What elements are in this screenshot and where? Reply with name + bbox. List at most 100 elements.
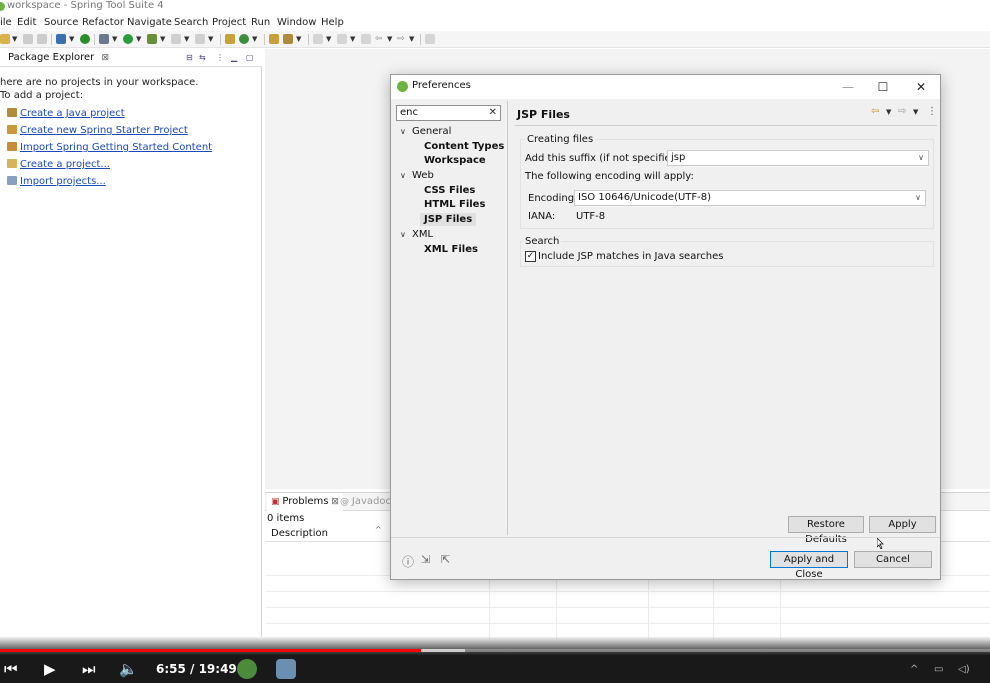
keyboard-icon[interactable]: ▭ (934, 664, 943, 675)
stop-icon[interactable] (171, 34, 181, 44)
include-jsp-checkbox[interactable]: ✓ (525, 251, 536, 262)
previous-annotation-icon[interactable] (337, 34, 347, 44)
back-arrow-icon[interactable]: ⇦ (871, 106, 879, 117)
run-dropdown-icon[interactable]: ▼ (136, 35, 141, 43)
maximize-icon[interactable]: ☐ (872, 78, 894, 96)
close-tab-icon[interactable]: ⊠ (328, 497, 339, 507)
save-all-icon[interactable] (37, 34, 47, 44)
new-java-package-icon[interactable] (225, 34, 235, 44)
pin-editor-icon[interactable] (425, 34, 435, 44)
package-explorer-tab[interactable]: Package Explorer ⊠ (0, 49, 109, 67)
help-icon[interactable]: ⓘ (402, 553, 414, 570)
speaker-icon[interactable]: ◁) (958, 664, 970, 675)
create-java-project-link[interactable]: Create a Java project (7, 108, 125, 119)
spring-taskbar-icon[interactable] (237, 659, 257, 679)
cancel-button[interactable]: Cancel (854, 551, 932, 568)
menu-project[interactable]: Project (212, 16, 246, 29)
menu-search[interactable]: Search (174, 16, 208, 29)
import-spring-content-link[interactable]: Import Spring Getting Started Content (7, 142, 212, 153)
next-annotation-dropdown-icon[interactable]: ▼ (326, 35, 331, 43)
tab-javadoc[interactable]: @ Javadoc (340, 493, 391, 511)
terminal-icon[interactable] (56, 34, 66, 44)
volume-icon[interactable]: 🔈 (119, 660, 138, 678)
chevron-down-icon[interactable]: ∨ (400, 127, 406, 136)
close-icon[interactable]: ✕ (910, 78, 932, 96)
include-jsp-label[interactable]: Include JSP matches in Java searches (538, 251, 723, 262)
suffix-select[interactable]: jsp ∨ (667, 150, 929, 166)
tree-item-html-files[interactable]: HTML Files (424, 198, 485, 211)
back-dropdown-icon[interactable]: ▼ (387, 35, 392, 43)
menu-source[interactable]: Source (44, 16, 78, 29)
minimize-icon[interactable]: — (837, 78, 859, 96)
maximize-view-icon[interactable]: ▢ (246, 53, 254, 62)
apply-and-close-button[interactable]: Apply and Close (770, 551, 848, 580)
tree-item-general[interactable]: General (412, 125, 451, 138)
tree-item-xml[interactable]: XML (412, 228, 433, 241)
collapse-all-icon[interactable]: ⊟ (186, 53, 193, 62)
create-project-link[interactable]: Create a project... (7, 159, 110, 170)
debug-dropdown-icon[interactable]: ▼ (112, 35, 117, 43)
relaunch-dropdown-icon[interactable]: ▼ (208, 35, 213, 43)
previous-video-icon[interactable]: ⏮ (4, 660, 18, 678)
menu-run[interactable]: Run (251, 16, 270, 29)
new-dropdown-icon[interactable]: ▼ (12, 35, 17, 43)
sash-divider[interactable] (507, 101, 508, 535)
encoding-select[interactable]: ISO 10646/Unicode(UTF-8) ∨ (574, 190, 926, 206)
external-tools-icon[interactable] (147, 34, 157, 44)
tree-item-xml-files[interactable]: XML Files (424, 243, 478, 256)
create-spring-starter-link[interactable]: Create new Spring Starter Project (7, 125, 188, 136)
tree-item-css-files[interactable]: CSS Files (424, 184, 475, 197)
debug-icon[interactable] (99, 34, 109, 44)
video-progress-bar[interactable] (0, 649, 990, 652)
restore-defaults-button[interactable]: Restore Defaults (788, 516, 864, 545)
import-projects-link[interactable]: Import projects... (7, 176, 106, 187)
view-menu-icon[interactable]: ⋮ (216, 53, 224, 62)
back-arrow-icon[interactable]: ⇦ (375, 34, 385, 44)
new-class-dropdown-icon[interactable]: ▼ (252, 35, 257, 43)
new-icon[interactable] (0, 34, 10, 44)
clear-filter-icon[interactable]: ✕ (489, 106, 497, 120)
forward-dropdown-icon[interactable]: ▼ (913, 108, 918, 116)
run-icon[interactable] (123, 34, 133, 44)
menu-refactor[interactable]: Refactor (82, 16, 124, 29)
tree-item-content-types[interactable]: Content Types (424, 140, 504, 153)
view-menu-icon[interactable]: ⋮ (927, 106, 937, 117)
export-preferences-icon[interactable]: ⇱ (441, 553, 450, 566)
new-java-class-icon[interactable] (239, 34, 249, 44)
chevron-up-icon[interactable]: ^ (910, 664, 918, 675)
menu-navigate[interactable]: Navigate (127, 16, 172, 29)
search-dropdown-icon[interactable]: ▼ (296, 35, 301, 43)
tree-item-workspace[interactable]: Workspace (424, 154, 486, 167)
boot-dashboard-icon[interactable] (80, 34, 90, 44)
chevron-down-icon[interactable]: ∨ (400, 230, 406, 239)
tree-item-web[interactable]: Web (412, 169, 434, 182)
relaunch-icon[interactable] (195, 34, 205, 44)
close-tab-icon[interactable]: ⊠ (101, 53, 109, 63)
notepad-taskbar-icon[interactable] (276, 659, 296, 679)
back-dropdown-icon[interactable]: ▼ (886, 108, 891, 116)
open-type-icon[interactable] (269, 34, 279, 44)
import-preferences-icon[interactable]: ⇲ (421, 553, 430, 566)
forward-arrow-icon[interactable]: ⇨ (898, 106, 906, 117)
external-tools-dropdown-icon[interactable]: ▼ (160, 35, 165, 43)
last-edit-icon[interactable] (361, 34, 371, 44)
tree-item-jsp-files[interactable]: JSP Files (420, 213, 477, 226)
menu-file[interactable]: ile (0, 16, 12, 29)
menu-edit[interactable]: Edit (17, 16, 36, 29)
play-icon[interactable]: ▶ (44, 660, 56, 678)
search-tool-icon[interactable] (283, 34, 293, 44)
apply-button[interactable]: Apply (869, 516, 936, 533)
next-annotation-icon[interactable] (313, 34, 323, 44)
filter-input[interactable]: enc ✕ (396, 105, 501, 121)
link-editor-icon[interactable]: ⇆ (199, 53, 206, 62)
menu-window[interactable]: Window (277, 16, 316, 29)
next-video-icon[interactable]: ⏭ (82, 660, 96, 678)
forward-arrow-icon[interactable]: ⇨ (397, 34, 407, 44)
forward-dropdown-icon[interactable]: ▼ (409, 35, 414, 43)
terminal-dropdown-icon[interactable]: ▼ (69, 35, 74, 43)
stop-dropdown-icon[interactable]: ▼ (184, 35, 189, 43)
previous-annotation-dropdown-icon[interactable]: ▼ (350, 35, 355, 43)
tab-problems[interactable]: ▣ Problems ⊠ (267, 493, 343, 511)
chevron-down-icon[interactable]: ∨ (400, 171, 406, 180)
minimize-view-icon[interactable]: ▁ (231, 53, 237, 62)
